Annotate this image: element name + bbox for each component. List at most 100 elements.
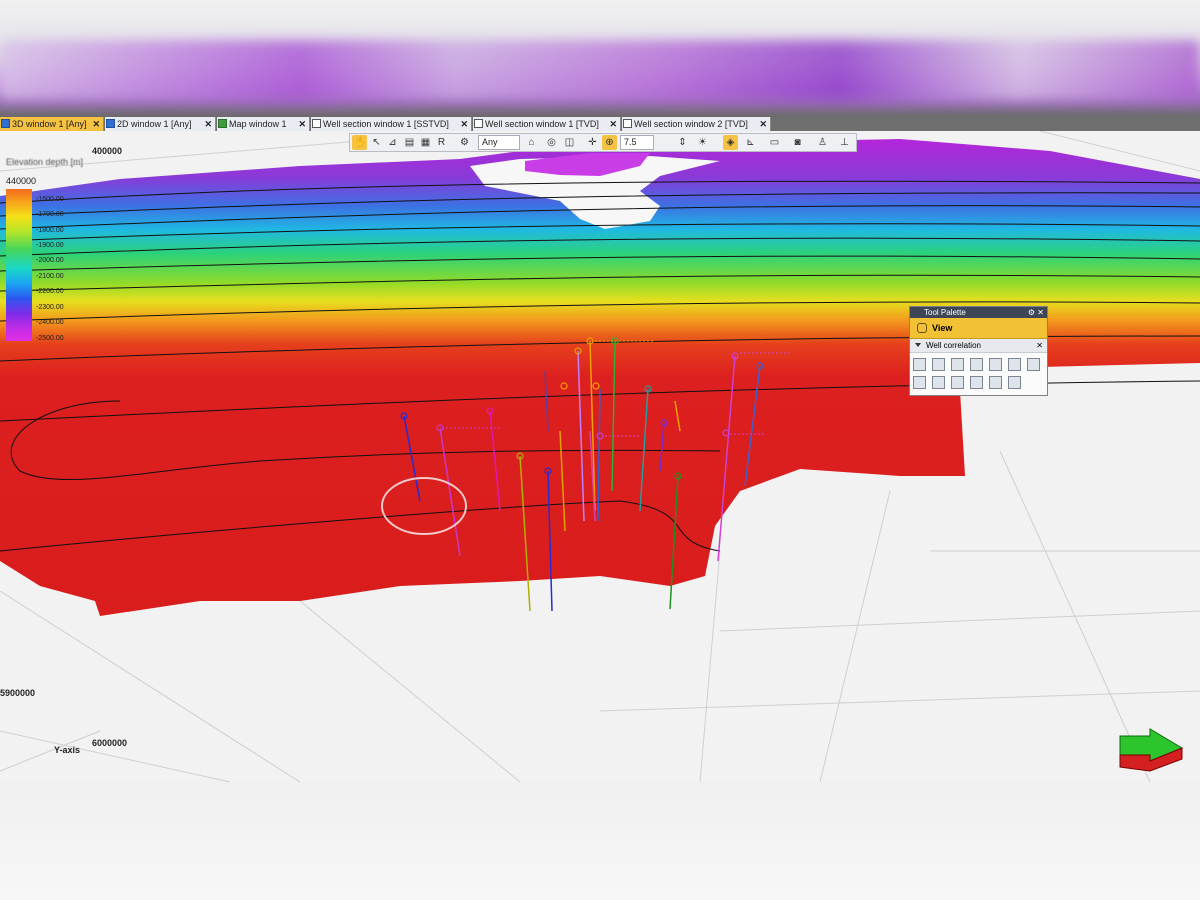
measure-button[interactable]: ⊿ — [385, 135, 400, 150]
surface-toggle-button[interactable]: ▤ — [402, 135, 417, 150]
chevron-down-icon — [915, 343, 921, 347]
3d-viewport[interactable]: 400000 5900000 6000000 Y-axis — [0, 131, 1200, 782]
ruler-icon: ⊿ — [388, 137, 397, 148]
render-mode-button[interactable]: ◈ — [723, 135, 738, 150]
tool-icon[interactable] — [989, 376, 1002, 389]
tool-icon[interactable] — [1027, 358, 1040, 371]
settings-button[interactable]: ⚙ — [457, 135, 472, 150]
layers-icon: ▤ — [404, 137, 415, 148]
y-axis-label-left: 5900000 — [0, 688, 36, 698]
legend-tick: -1900.00 — [36, 242, 64, 249]
settings-icon: ⚙ — [460, 137, 469, 148]
box-icon: ◫ — [564, 137, 575, 148]
3d-window-icon — [1, 119, 10, 128]
home-view-button[interactable]: ⌂ — [524, 135, 539, 150]
window-tab-bar: 3D window 1 [Any] ✕ 2D window 1 [Any] ✕ Ma… — [0, 117, 1200, 131]
text-icon: R — [437, 137, 446, 148]
legend-tick: -2400.00 — [36, 319, 64, 326]
orbit-icon: ◎ — [547, 137, 556, 148]
close-icon[interactable]: ✕ — [298, 117, 306, 131]
legend-tick: -2100.00 — [36, 273, 64, 280]
grid-toggle-button[interactable]: ▦ — [418, 135, 433, 150]
labels-button[interactable]: R — [434, 135, 449, 150]
tool-icon[interactable] — [1008, 376, 1021, 389]
color-legend: Elevation depth [m] 440000 -1600.00 -170… — [6, 157, 86, 344]
close-icon[interactable]: ⚙ ✕ — [1028, 307, 1044, 318]
close-icon[interactable]: ✕ — [609, 117, 617, 131]
x-axis-label-top: 400000 — [92, 146, 123, 156]
target-button[interactable]: ✛ — [585, 135, 600, 150]
legend-tick: -2200.00 — [36, 288, 64, 295]
tool-icon[interactable] — [913, 376, 926, 389]
tab-2d-window[interactable]: 2D window 1 [Any] ✕ — [105, 117, 216, 131]
legend-color-bar — [6, 189, 32, 341]
2d-window-icon — [106, 119, 115, 128]
close-icon[interactable]: ✕ — [759, 117, 767, 131]
3d-scene — [0, 131, 1200, 782]
tool-icon[interactable] — [970, 358, 983, 371]
y-axis-name: Y-axis — [54, 745, 81, 755]
domain-select[interactable]: Any — [478, 135, 520, 150]
tool-icon[interactable] — [932, 358, 945, 371]
well-section-icon — [474, 119, 483, 128]
light-button[interactable]: ☀ — [695, 135, 710, 150]
tab-map-window[interactable]: Map window 1 ✕ — [217, 117, 310, 131]
hand-icon: ✋ — [354, 137, 367, 148]
person-icon: ♙ — [818, 137, 827, 148]
close-icon[interactable]: ✕ — [92, 117, 100, 131]
legend-tick: -2300.00 — [36, 304, 64, 311]
vertical-exaggeration-button[interactable]: ⇕ — [675, 135, 690, 150]
tab-3d-window[interactable]: 3D window 1 [Any] ✕ — [0, 117, 104, 131]
legend-tick: -1800.00 — [36, 227, 64, 234]
tab-well-section-1-tvd[interactable]: Well section window 1 [TVD] ✕ — [473, 117, 621, 131]
well-section-icon — [312, 119, 321, 128]
pointer-icon: ↖ — [372, 137, 381, 148]
tool-icon[interactable] — [932, 376, 945, 389]
hand-icon — [917, 323, 927, 333]
annotation-button[interactable]: ▭ — [767, 135, 782, 150]
screenshot-button[interactable]: ◙ — [790, 135, 805, 150]
well-correlation-section[interactable]: Well correlation ✕ — [910, 339, 1047, 353]
grid-icon: ▦ — [420, 137, 431, 148]
view-box-button[interactable]: ◫ — [562, 135, 577, 150]
link-icon: ⊕ — [605, 137, 614, 148]
tool-icon[interactable] — [989, 358, 1002, 371]
pin-button[interactable]: ⊥ — [837, 135, 852, 150]
tool-icon[interactable] — [951, 358, 964, 371]
tab-well-section-sstvd[interactable]: Well section window 1 [SSTVD] ✕ — [311, 117, 472, 131]
tool-icon[interactable] — [1008, 358, 1021, 371]
map-window-icon — [218, 119, 227, 128]
blurred-background-window — [0, 0, 1200, 117]
tool-icon[interactable] — [951, 376, 964, 389]
person-button[interactable]: ♙ — [815, 135, 830, 150]
chart-icon: ⊾ — [746, 137, 755, 148]
view-mode-button[interactable]: View — [910, 318, 1047, 339]
3d-window-toolbar: ✋ ↖ ⊿ ▤ ▦ R ⚙ Any ⌂ ◎ ◫ ✛ ⊕ 7.5 ⇕ ☀ ◈ ⊾ … — [349, 133, 857, 152]
zoom-select[interactable]: 7.5 — [620, 135, 654, 150]
legend-title: Elevation depth [m] — [6, 157, 84, 167]
chart-button[interactable]: ⊾ — [743, 135, 758, 150]
close-icon[interactable]: ✕ — [204, 117, 212, 131]
pin-icon: ⊥ — [840, 137, 849, 148]
legend-tick: -2500.00 — [36, 335, 64, 342]
link-view-button[interactable]: ⊕ — [602, 135, 617, 150]
render-icon: ◈ — [726, 137, 735, 148]
close-icon[interactable]: ✕ — [1036, 339, 1043, 352]
tool-palette-titlebar[interactable]: Tool Palette ⚙ ✕ — [910, 307, 1047, 318]
light-icon: ☀ — [698, 137, 707, 148]
well-section-icon — [623, 119, 632, 128]
annotation-icon: ▭ — [769, 137, 780, 148]
tool-icon[interactable] — [970, 376, 983, 389]
pan-hand-button[interactable]: ✋ — [352, 135, 367, 150]
legend-tick: -2000.00 — [36, 257, 64, 264]
orbit-button[interactable]: ◎ — [544, 135, 559, 150]
exaggeration-icon: ⇕ — [678, 137, 687, 148]
y-axis-label-bottom: 6000000 — [92, 738, 128, 748]
tool-icon[interactable] — [913, 358, 926, 371]
close-icon[interactable]: ✕ — [460, 117, 468, 131]
home-icon: ⌂ — [528, 137, 535, 148]
well-correlation-tools — [910, 353, 1047, 395]
tab-well-section-2-tvd[interactable]: Well section window 2 [TVD] ✕ — [622, 117, 771, 131]
blurred-footer — [0, 782, 1200, 900]
select-pointer-button[interactable]: ↖ — [369, 135, 384, 150]
